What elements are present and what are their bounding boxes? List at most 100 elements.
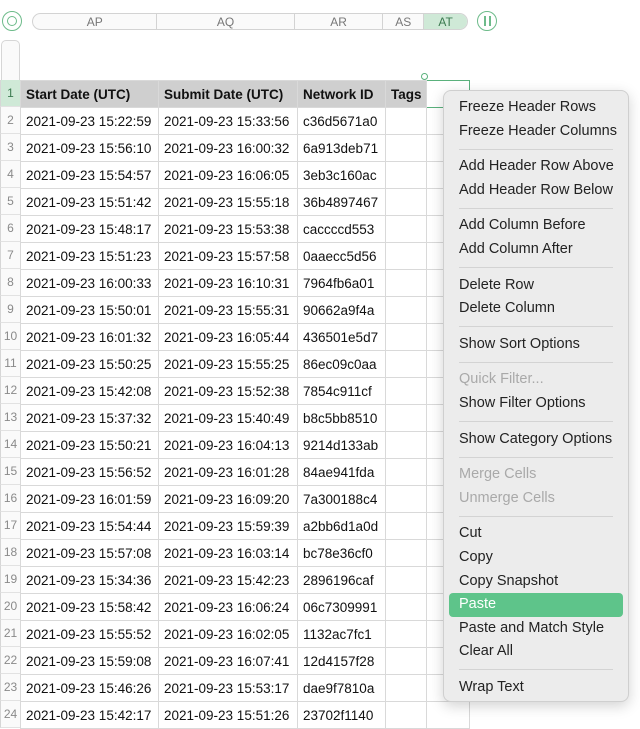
column-header-ar[interactable]: AR — [295, 14, 384, 29]
row-number[interactable]: 16 — [0, 485, 20, 512]
cell-submit-date[interactable]: 2021-09-23 15:52:38 — [158, 377, 298, 405]
cell-tags[interactable] — [385, 134, 427, 162]
header-submit-date[interactable]: Submit Date (UTC) — [158, 80, 298, 108]
cell-submit-date[interactable]: 2021-09-23 16:00:32 — [158, 134, 298, 162]
cell-submit-date[interactable]: 2021-09-23 15:33:56 — [158, 107, 298, 135]
row-number[interactable]: 10 — [0, 323, 20, 350]
menu-item-wrap-text[interactable]: Wrap Text — [449, 676, 623, 700]
cell-network-id[interactable]: 2896196caf — [297, 566, 386, 594]
cell-network-id[interactable]: 06c7309991 — [297, 593, 386, 621]
cell-tags[interactable] — [385, 188, 427, 216]
cell-network-id[interactable]: 7a300188c4 — [297, 485, 386, 513]
menu-item-add-column-after[interactable]: Add Column After — [449, 238, 623, 262]
cell-start-date[interactable]: 2021-09-23 15:46:26 — [20, 674, 159, 702]
cell-tags[interactable] — [385, 161, 427, 189]
cell-network-id[interactable]: 84ae941fda — [297, 458, 386, 486]
cell-network-id[interactable]: 36b4897467 — [297, 188, 386, 216]
cell-network-id[interactable]: dae9f7810a — [297, 674, 386, 702]
cell-tags[interactable] — [385, 404, 427, 432]
column-header-aq[interactable]: AQ — [157, 14, 295, 29]
cell-network-id[interactable]: caccccd553 — [297, 215, 386, 243]
row-number[interactable]: 19 — [0, 566, 20, 593]
row-number[interactable]: 15 — [0, 458, 20, 485]
menu-item-delete-row[interactable]: Delete Row — [449, 274, 623, 298]
cell-tags[interactable] — [385, 674, 427, 702]
cell-tags[interactable] — [385, 215, 427, 243]
circle-icon-button[interactable] — [2, 11, 22, 31]
cell-tags[interactable] — [385, 566, 427, 594]
cell-start-date[interactable]: 2021-09-23 16:00:33 — [20, 269, 159, 297]
cell-tags[interactable] — [385, 242, 427, 270]
cell-start-date[interactable]: 2021-09-23 15:56:10 — [20, 134, 159, 162]
cell-tags[interactable] — [385, 269, 427, 297]
cell-start-date[interactable]: 2021-09-23 15:54:57 — [20, 161, 159, 189]
cell-start-date[interactable]: 2021-09-23 15:34:36 — [20, 566, 159, 594]
cell-submit-date[interactable]: 2021-09-23 15:53:38 — [158, 215, 298, 243]
cell-start-date[interactable]: 2021-09-23 15:42:08 — [20, 377, 159, 405]
row-number[interactable]: 18 — [0, 539, 20, 566]
row-number[interactable]: 23 — [0, 674, 20, 701]
cell-submit-date[interactable]: 2021-09-23 15:55:31 — [158, 296, 298, 324]
cell-network-id[interactable]: 6a913deb71 — [297, 134, 386, 162]
header-tags[interactable]: Tags — [385, 80, 427, 108]
cell-network-id[interactable]: 436501e5d7 — [297, 323, 386, 351]
row-number[interactable]: 7 — [0, 242, 20, 269]
row-number[interactable]: 5 — [0, 188, 20, 215]
cell-start-date[interactable]: 2021-09-23 15:54:44 — [20, 512, 159, 540]
menu-item-cut[interactable]: Cut — [449, 522, 623, 546]
cell-tags[interactable] — [385, 701, 427, 729]
menu-item-delete-column[interactable]: Delete Column — [449, 297, 623, 321]
menu-item-copy-snapshot[interactable]: Copy Snapshot — [449, 570, 623, 594]
menu-item-show-category-options[interactable]: Show Category Options — [449, 428, 623, 452]
cell-tags[interactable] — [385, 107, 427, 135]
menu-item-paste-and-match-style[interactable]: Paste and Match Style — [449, 617, 623, 641]
cell-network-id[interactable]: 12d4157f28 — [297, 647, 386, 675]
cell-start-date[interactable]: 2021-09-23 15:57:08 — [20, 539, 159, 567]
cell-submit-date[interactable]: 2021-09-23 15:51:26 — [158, 701, 298, 729]
row-number[interactable]: 24 — [0, 701, 20, 728]
cell-submit-date[interactable]: 2021-09-23 16:10:31 — [158, 269, 298, 297]
cell-submit-date[interactable]: 2021-09-23 16:07:41 — [158, 647, 298, 675]
cell-network-id[interactable]: 0aaecc5d56 — [297, 242, 386, 270]
cell-submit-date[interactable]: 2021-09-23 16:05:44 — [158, 323, 298, 351]
menu-item-copy[interactable]: Copy — [449, 546, 623, 570]
row-number[interactable]: 21 — [0, 620, 20, 647]
cell-start-date[interactable]: 2021-09-23 16:01:59 — [20, 485, 159, 513]
cell-start-date[interactable]: 2021-09-23 16:01:32 — [20, 323, 159, 351]
cell-submit-date[interactable]: 2021-09-23 15:53:17 — [158, 674, 298, 702]
row-number[interactable]: 22 — [0, 647, 20, 674]
cell-start-date[interactable]: 2021-09-23 15:37:32 — [20, 404, 159, 432]
cell-submit-date[interactable]: 2021-09-23 15:42:23 — [158, 566, 298, 594]
row-number[interactable]: 4 — [0, 161, 20, 188]
row-number[interactable]: 2 — [0, 107, 20, 134]
cell-start-date[interactable]: 2021-09-23 15:55:52 — [20, 620, 159, 648]
cell-tags[interactable] — [385, 296, 427, 324]
row-number[interactable]: 3 — [0, 134, 20, 161]
row-number[interactable]: 20 — [0, 593, 20, 620]
menu-item-clear-all[interactable]: Clear All — [449, 640, 623, 664]
column-header-as[interactable]: AS — [383, 14, 425, 29]
header-network-id[interactable]: Network ID — [297, 80, 386, 108]
cell-tags[interactable] — [385, 377, 427, 405]
cell-start-date[interactable]: 2021-09-23 15:59:08 — [20, 647, 159, 675]
menu-item-freeze-header-columns[interactable]: Freeze Header Columns — [449, 120, 623, 144]
menu-item-add-column-before[interactable]: Add Column Before — [449, 214, 623, 238]
cell-at[interactable] — [426, 701, 470, 729]
cell-tags[interactable] — [385, 323, 427, 351]
cell-start-date[interactable]: 2021-09-23 15:58:42 — [20, 593, 159, 621]
cell-tags[interactable] — [385, 485, 427, 513]
cell-network-id[interactable]: b8c5bb8510 — [297, 404, 386, 432]
cell-start-date[interactable]: 2021-09-23 15:50:01 — [20, 296, 159, 324]
cell-network-id[interactable]: 86ec09c0aa — [297, 350, 386, 378]
cell-network-id[interactable]: bc78e36cf0 — [297, 539, 386, 567]
menu-item-paste[interactable]: Paste — [449, 593, 623, 617]
cell-start-date[interactable]: 2021-09-23 15:51:23 — [20, 242, 159, 270]
cell-submit-date[interactable]: 2021-09-23 16:01:28 — [158, 458, 298, 486]
cell-tags[interactable] — [385, 512, 427, 540]
cell-submit-date[interactable]: 2021-09-23 15:59:39 — [158, 512, 298, 540]
row-number[interactable]: 6 — [0, 215, 20, 242]
row-number[interactable]: 8 — [0, 269, 20, 296]
cell-submit-date[interactable]: 2021-09-23 15:55:18 — [158, 188, 298, 216]
cell-tags[interactable] — [385, 350, 427, 378]
cell-start-date[interactable]: 2021-09-23 15:56:52 — [20, 458, 159, 486]
